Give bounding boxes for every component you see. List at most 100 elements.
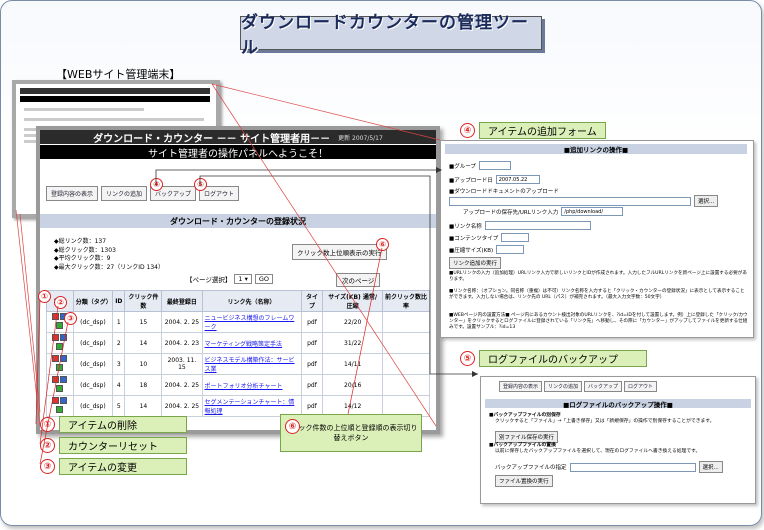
row-tag: (dc_dsp) bbox=[72, 311, 114, 333]
col-header: リンク先（名称） bbox=[201, 290, 302, 312]
add-item-form: ■追加リンクの操作■ ■グループ ■アップロード日 2007.05.22 ■ダウ… bbox=[440, 140, 754, 338]
table-row: (dc_dsp) 1 15 2004. 2. 25 ニュービジネス構想のフレーム… bbox=[46, 311, 431, 333]
delete-icon[interactable] bbox=[51, 376, 59, 383]
row-tag: (dc_dsp) bbox=[72, 374, 114, 396]
tab-show[interactable]: 登録内容の表示 bbox=[46, 186, 99, 201]
tab-logout[interactable]: ログアウト bbox=[624, 381, 658, 392]
delete-icon[interactable] bbox=[51, 355, 59, 362]
upload-date-row: ■アップロード日 2007.05.22 bbox=[449, 175, 540, 184]
page-select-value: 1 bbox=[238, 275, 243, 283]
legend-number: ② bbox=[40, 438, 55, 453]
backup-label-text: ログファイルのバックアップ bbox=[479, 350, 647, 367]
backup-label: ⑤ ログファイルのバックアップ bbox=[460, 350, 647, 367]
stat-line: ◆最大クリック数：27（リンクID 134） bbox=[54, 263, 164, 271]
edit-icon[interactable] bbox=[55, 406, 63, 413]
row-ratio bbox=[381, 374, 431, 396]
row-type: pdf bbox=[300, 311, 324, 333]
upload-file-input[interactable] bbox=[449, 196, 691, 206]
group-input[interactable] bbox=[478, 161, 511, 170]
backup-label-number: ⑤ bbox=[460, 351, 475, 366]
tab-add-link[interactable]: リンクの追加 bbox=[544, 381, 583, 392]
form-header: ■追加リンクの操作■ bbox=[445, 144, 747, 154]
main-title: ダウンロードカウンターの管理ツール bbox=[240, 13, 542, 58]
link-name-input[interactable] bbox=[484, 221, 591, 230]
upload-file-row: 選択... bbox=[449, 195, 719, 207]
next-page-button[interactable]: 次のページ bbox=[336, 273, 381, 287]
row-actions bbox=[46, 395, 74, 417]
reset-icon[interactable] bbox=[59, 334, 67, 341]
legend-number: ③ bbox=[40, 459, 55, 474]
row-type: pdf bbox=[300, 374, 324, 396]
callout-3-badge: ③ bbox=[64, 312, 77, 325]
tab-add-link[interactable]: リンクの追加 bbox=[101, 186, 148, 201]
edit-icon[interactable] bbox=[55, 322, 63, 329]
tab-show[interactable]: 登録内容の表示 bbox=[499, 381, 543, 392]
content-type-label: ■コンテンツタイプ bbox=[449, 235, 499, 242]
backup-browse-button[interactable]: 選択... bbox=[698, 461, 723, 473]
edit-icon[interactable] bbox=[55, 343, 63, 350]
row-date: 2004. 2. 25 bbox=[161, 374, 203, 396]
backup-replace-desc: 以前に保存したバックアップファイルを選択して、現在のログファイルへ書き換える処理… bbox=[495, 449, 701, 454]
legend-item: ② カウンターリセット bbox=[40, 437, 187, 454]
rank-toggle-note: ⑥ クリック件数の上位順と登録順の表示切り替えボタン bbox=[280, 414, 422, 452]
page-select-label: 【ページ選択】 bbox=[186, 276, 232, 284]
col-header: ID bbox=[112, 290, 126, 312]
col-header: サイズ(KB) 通常/圧縮 bbox=[322, 290, 383, 312]
backup-file-input[interactable] bbox=[569, 462, 696, 472]
edit-icon[interactable] bbox=[55, 385, 63, 392]
col-header: タイプ bbox=[300, 290, 324, 312]
row-id: 1 bbox=[112, 311, 126, 333]
row-id: 4 bbox=[112, 374, 126, 396]
col-header: クリック件数 bbox=[124, 290, 163, 312]
add-link-run-button[interactable]: リンク追加の実行 bbox=[449, 257, 502, 269]
form-note: ■WEBページ内の設置方法■ ページ内にあるカウント検出対象のURLリンクを、?… bbox=[449, 313, 748, 330]
callout-1-badge: ① bbox=[38, 290, 51, 303]
backup-save-button[interactable]: 別ファイル保存の実行 bbox=[495, 431, 559, 443]
row-clicks: 15 bbox=[124, 311, 163, 333]
form-label: ④ アイテムの追加フォーム bbox=[460, 122, 606, 139]
browse-button[interactable]: 選択... bbox=[694, 195, 719, 207]
callout-5-badge: ⑤ bbox=[194, 178, 207, 191]
link-name-row: ■リンク名称 bbox=[449, 221, 591, 230]
delete-icon[interactable] bbox=[51, 334, 59, 341]
row-link[interactable]: ポートフォリオ分析チャート bbox=[201, 374, 302, 396]
row-actions bbox=[46, 332, 74, 354]
reset-icon[interactable] bbox=[59, 355, 67, 362]
backup-replace-button[interactable]: ファイル置換の実行 bbox=[495, 475, 553, 487]
row-size: 20/16 bbox=[322, 374, 383, 396]
upload-date-input[interactable]: 2007.05.22 bbox=[495, 175, 540, 184]
row-link[interactable]: マーケティング戦略策定手法 bbox=[201, 332, 302, 354]
content-type-input[interactable] bbox=[501, 233, 530, 242]
save-dest-row: アップロードの保存先/URLリンク入力 /php/download/ bbox=[463, 207, 624, 216]
panel-subhead: ダウンロード・カウンターの登録状況 bbox=[40, 214, 436, 228]
save-dest-label: アップロードの保存先/URLリンク入力 bbox=[463, 209, 559, 216]
save-dest-input[interactable]: /php/download/ bbox=[561, 207, 624, 216]
panel-header-date: 更新 2007/5/17 bbox=[338, 134, 383, 142]
row-ratio bbox=[381, 353, 431, 375]
col-header: 前クリック数比率 bbox=[381, 290, 431, 312]
table-row: (dc_dsp) 3 10 2003. 11. 15 ビジネスモデル構築作法：サ… bbox=[46, 353, 431, 375]
row-tag: (dc_dsp) bbox=[72, 332, 114, 354]
form-note: ■URLリンクの入力（追加処理）URLリンク入力で新しいリンクとIDが作成されま… bbox=[449, 271, 747, 282]
upload-date-label: ■アップロード日 bbox=[449, 177, 493, 184]
delete-icon[interactable] bbox=[51, 313, 59, 320]
row-id: 5 bbox=[112, 395, 126, 417]
row-link[interactable]: ニュービジネス構想のフレームワーク bbox=[201, 311, 302, 333]
row-link[interactable]: ビジネスモデル構築作法：サービス業 bbox=[201, 353, 302, 375]
content-type-row: ■コンテンツタイプ bbox=[449, 233, 530, 242]
go-button[interactable]: GO bbox=[254, 274, 274, 284]
thumbnail-bar bbox=[20, 88, 210, 94]
tab-backup[interactable]: バックアップ bbox=[584, 381, 623, 392]
table-row: (dc_dsp) 2 14 2004. 2. 23 マーケティング戦略策定手法 … bbox=[46, 332, 431, 354]
row-ratio bbox=[381, 311, 431, 333]
rank-order-button[interactable]: クリック数上位順表示の実行 bbox=[292, 244, 387, 260]
reset-icon[interactable] bbox=[59, 376, 67, 383]
comp-size-label: ■圧縮サイズ(KB) bbox=[449, 247, 494, 254]
delete-icon[interactable] bbox=[51, 397, 59, 404]
backup-panel: 登録内容の表示 リンクの追加 バックアップ ログアウト ■ログファイルのバックア… bbox=[480, 376, 756, 504]
reset-icon[interactable] bbox=[59, 397, 67, 404]
comp-size-input[interactable] bbox=[496, 245, 525, 254]
page-select-dropdown[interactable]: 1 ▾ bbox=[234, 274, 252, 284]
admin-panel: ダウンロード・カウンター －－ サイト管理者用－－ 更新 2007/5/17 サ… bbox=[36, 126, 440, 434]
edit-icon[interactable] bbox=[55, 364, 63, 371]
